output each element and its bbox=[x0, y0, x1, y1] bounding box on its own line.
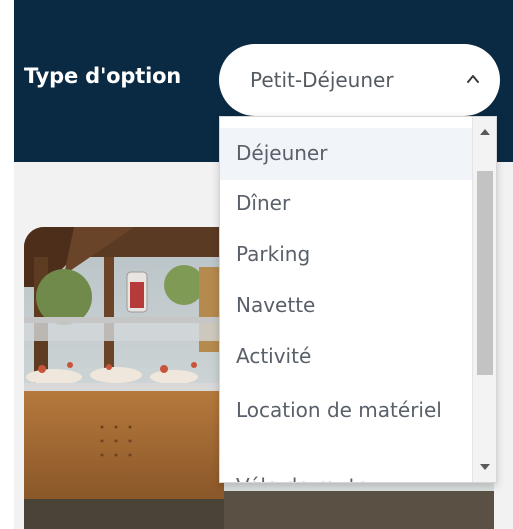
dropdown-option[interactable]: Parking bbox=[220, 240, 474, 269]
left-margin bbox=[0, 0, 14, 529]
dropdown-option[interactable]: Location de matériel bbox=[220, 396, 470, 425]
dropdown-option[interactable]: Vélo de route bbox=[220, 472, 474, 482]
option-type-label: Type d'option bbox=[24, 64, 182, 88]
dropdown-option[interactable]: Navette bbox=[220, 291, 474, 320]
option-type-select[interactable]: Petit-Déjeuner bbox=[219, 44, 500, 116]
dropdown-option[interactable]: Dîner bbox=[220, 189, 474, 218]
arrow-up-icon[interactable] bbox=[480, 129, 490, 135]
select-current-value: Petit-Déjeuner bbox=[250, 68, 394, 92]
dropdown-scrollbar[interactable] bbox=[472, 117, 496, 482]
dropdown-option[interactable]: Activité bbox=[220, 342, 474, 371]
scrollbar-thumb[interactable] bbox=[477, 171, 493, 375]
dropdown-option[interactable]: Déjeuner bbox=[220, 128, 474, 180]
chevron-up-icon[interactable] bbox=[464, 70, 482, 88]
option-type-dropdown[interactable]: Déjeuner Dîner Parking Navette Activité … bbox=[219, 116, 497, 483]
arrow-down-icon[interactable] bbox=[480, 464, 490, 470]
